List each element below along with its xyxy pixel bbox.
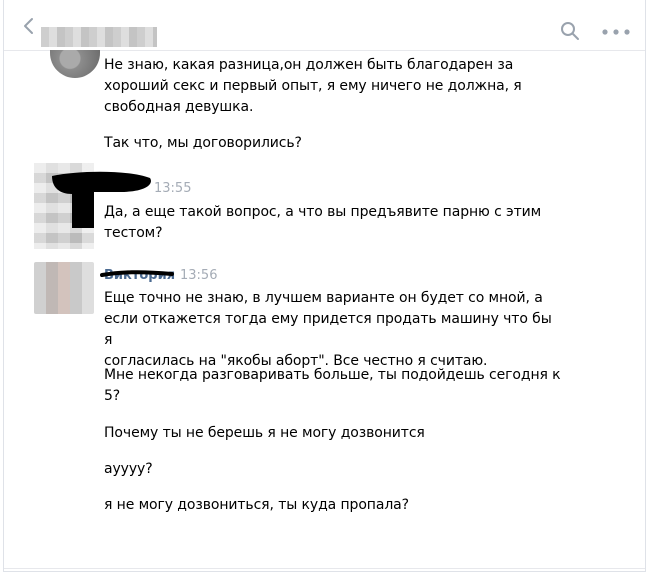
message-time: 13:55	[154, 181, 192, 196]
message-text: Да, а еще такой вопрос, а что вы предъяв…	[104, 204, 542, 241]
blurred-chat-title	[41, 27, 157, 47]
redaction-strike	[100, 270, 174, 277]
avatar[interactable]	[34, 262, 94, 314]
conversation-window: Не знаю, какая разница,он должен быть бл…	[3, 0, 646, 572]
message-text: ayyyy?	[104, 461, 153, 477]
more-icon[interactable]	[602, 29, 630, 35]
message-text: Так что, мы договорились?	[104, 135, 302, 151]
message-time: 13:56	[180, 268, 218, 283]
message-text: Мне некогда разговаривать больше, ты под…	[104, 367, 561, 404]
message-text: Еще точно не знаю, в лучшем варианте он …	[104, 290, 552, 369]
chevron-left-icon[interactable]	[20, 17, 38, 35]
avatar[interactable]	[50, 50, 100, 78]
message-text: Не знаю, какая разница,он должен быть бл…	[104, 57, 522, 115]
message-text: Почему ты не берешь я не могу дозвонится	[104, 425, 425, 441]
divider	[4, 568, 645, 569]
search-icon[interactable]	[560, 21, 580, 41]
chat-header	[4, 0, 645, 51]
message-text: я не могу дозвониться, ты куда пропала?	[104, 497, 409, 513]
